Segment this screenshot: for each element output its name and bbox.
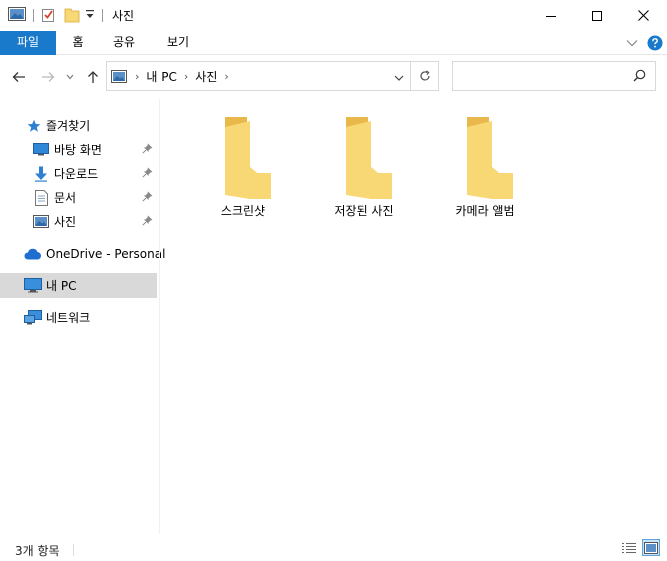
item-count: 3개 항목 [15,544,60,558]
sidebar-item-network[interactable]: 네트워크 [0,305,157,330]
address-bar[interactable]: › 내 PC › 사진 › [106,61,411,91]
sidebar-item-quick-access[interactable]: 즐겨찾기 [0,113,157,138]
download-icon [32,165,50,183]
chevron-right-icon[interactable]: › [224,70,228,83]
breadcrumb-pictures[interactable]: 사진 [195,68,217,85]
sidebar-item-label: 내 PC [46,279,77,293]
tab-share[interactable]: 공유 [104,31,144,55]
pin-icon[interactable] [142,167,153,181]
folder-icon [338,117,392,202]
tab-home[interactable]: 홈 [64,31,92,55]
address-row: › 내 PC › 사진 › [0,55,667,99]
network-icon [24,309,42,327]
folder-name: 스크린샷 [220,204,266,218]
folder-name: 카메라 앨범 [455,204,515,218]
large-icons-view-icon[interactable] [642,539,660,556]
sidebar-item-label: 즐겨찾기 [46,119,91,133]
computer-icon [24,277,42,295]
desktop-icon [32,141,50,159]
help-icon[interactable] [646,31,664,55]
sidebar-item-label: 사진 [54,215,77,229]
sidebar-item-pictures[interactable]: 사진 [0,209,157,234]
sidebar-item-label: 다운로드 [54,167,99,181]
ribbon-tabs: 파일 홈 공유 보기 [0,31,667,55]
maximize-button[interactable] [574,0,620,31]
new-folder-icon[interactable] [64,7,80,23]
sidebar-item-documents[interactable]: 문서 [0,185,157,210]
sidebar-item-label: OneDrive - Personal [46,246,166,261]
star-icon [25,117,43,135]
document-icon [32,189,50,207]
pictures-location-icon [111,69,127,83]
chevron-down-icon[interactable] [394,71,404,85]
chevron-right-icon[interactable]: › [184,70,188,83]
sidebar-item-this-pc[interactable]: 내 PC [0,273,157,298]
back-button[interactable] [9,67,29,87]
sidebar-item-downloads[interactable]: 다운로드 [0,161,157,186]
folder-icon [217,117,271,202]
sidebar-item-onedrive[interactable]: OneDrive - Personal [0,241,165,266]
cloud-icon [24,245,42,263]
folder-icon [459,117,513,202]
tab-file[interactable]: 파일 [0,31,56,55]
search-input[interactable] [459,67,629,85]
tab-view[interactable]: 보기 [158,31,198,55]
pin-icon[interactable] [142,143,153,157]
close-button[interactable] [620,0,666,31]
minimize-button[interactable] [528,0,574,31]
recent-locations-icon[interactable] [63,67,77,87]
sidebar-item-desktop[interactable]: 바탕 화면 [0,137,157,162]
file-list: 스크린샷 저장된 사진 카메라 앨범 [160,99,667,534]
sidebar-item-label: 네트워크 [46,311,91,325]
customize-quick-access-icon[interactable] [85,9,95,21]
forward-button[interactable] [38,67,58,87]
breadcrumb-this-pc[interactable]: 내 PC [146,68,176,85]
sidebar-item-label: 문서 [54,191,77,205]
title-bar: 사진 [0,0,667,31]
status-bar: 3개 항목 [0,534,667,561]
up-button[interactable] [83,67,103,87]
folder-item[interactable]: 저장된 사진 [309,111,419,221]
expand-ribbon-icon[interactable] [624,31,640,55]
details-view-icon[interactable] [620,539,638,556]
folder-item[interactable]: 스크린샷 [188,111,298,221]
folder-item[interactable]: 카메라 앨범 [430,111,540,221]
properties-icon[interactable] [40,7,56,23]
chevron-right-icon[interactable]: › [135,70,139,83]
pin-icon[interactable] [142,191,153,205]
pin-icon[interactable] [142,215,153,229]
navigation-pane: 즐겨찾기 바탕 화면 다운로드 문서 사진 OneDrive - Persona… [0,99,165,534]
pictures-window-icon [8,7,26,21]
search-icon[interactable] [633,69,646,85]
window-title: 사진 [112,9,135,23]
refresh-button[interactable] [410,61,439,91]
search-box[interactable] [452,61,656,91]
folder-name: 저장된 사진 [334,204,394,218]
sidebar-item-label: 바탕 화면 [54,143,102,157]
pictures-icon [32,213,50,231]
